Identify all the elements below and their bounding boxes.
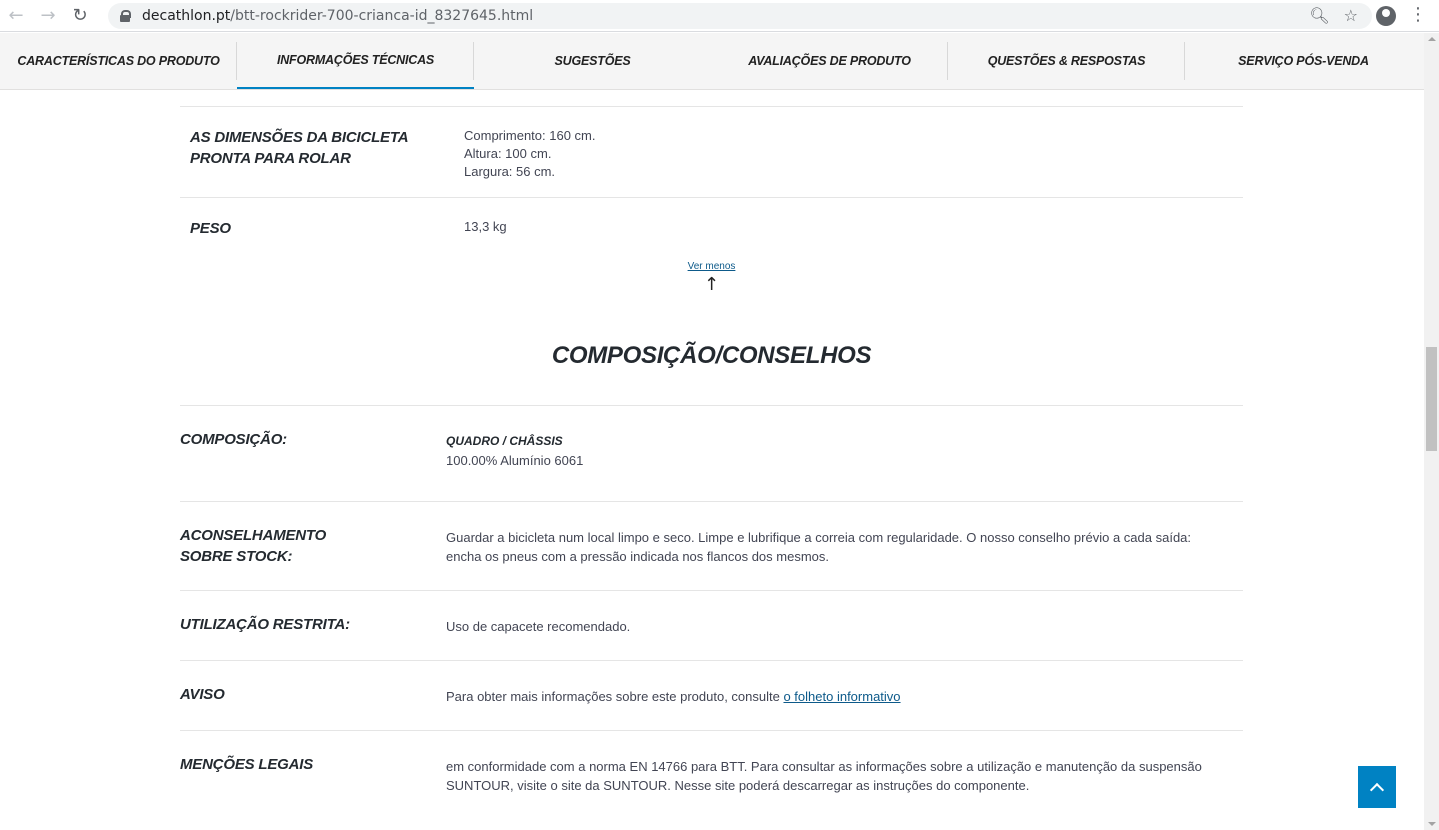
comp-text: 100.00% Alumínio 6061 xyxy=(446,453,584,468)
browser-toolbar: ← → ↻ decathlon.pt/btt-rockrider-700-cri… xyxy=(0,0,1439,32)
dimension-height: Altura: 100 cm. xyxy=(464,146,552,161)
product-tabs: CARACTERÍSTICAS DO PRODUTO INFORMAÇÕES T… xyxy=(0,33,1424,90)
tab-servico-pos-venda[interactable]: SERVIÇO PÓS-VENDA xyxy=(1185,33,1422,89)
tab-sugestoes[interactable]: SUGESTÕES xyxy=(474,33,711,89)
scroll-down-icon[interactable] xyxy=(1428,822,1436,826)
url-path: /btt-rockrider-700-crianca-id_8327645.ht… xyxy=(230,8,534,24)
comp-subheading: QUADRO / CHÂSSIS xyxy=(446,434,563,448)
scroll-up-icon[interactable] xyxy=(1428,37,1436,41)
reload-icon[interactable]: ↻ xyxy=(64,0,96,32)
dimension-width: Largura: 56 cm. xyxy=(464,164,556,179)
url-text: decathlon.pt/btt-rockrider-700-crianca-i… xyxy=(142,8,533,24)
comp-row-aviso: AVISO Para obter mais informações sobre … xyxy=(180,684,1243,706)
spec-label: PESO xyxy=(190,220,231,237)
back-icon[interactable]: ← xyxy=(0,0,32,32)
comp-row-mencoes: MENÇÕES LEGAIS em conformidade com a nor… xyxy=(180,754,1243,795)
zoom-icon[interactable]: 🔍︎ xyxy=(1309,6,1329,25)
comp-label: UTILIZAÇÃO RESTRITA: xyxy=(180,616,350,633)
spec-label: AS DIMENSÕES DA BICICLETA PRONTA PARA RO… xyxy=(190,129,408,167)
spec-row-dimensions: AS DIMENSÕES DA BICICLETA PRONTA PARA RO… xyxy=(180,107,1243,197)
divider xyxy=(180,730,1243,731)
comp-row-stock: ACONSELHAMENTO SOBRE STOCK: Guardar a bi… xyxy=(180,525,1243,567)
comp-text: em conformidade com a norma EN 14766 par… xyxy=(446,759,1202,793)
ver-menos-control: Ver menos ↑ xyxy=(180,256,1243,295)
divider xyxy=(180,501,1243,502)
folheto-informativo-link[interactable]: o folheto informativo xyxy=(783,689,900,704)
comp-value: Para obter mais informações sobre este p… xyxy=(446,684,1206,706)
tab-caracteristicas[interactable]: CARACTERÍSTICAS DO PRODUTO xyxy=(0,33,237,89)
ver-menos-link[interactable]: Ver menos xyxy=(688,261,736,272)
tab-informacoes-tecnicas[interactable]: INFORMAÇÕES TÉCNICAS xyxy=(237,33,474,89)
arrow-up-icon[interactable]: ↑ xyxy=(180,274,1243,295)
divider xyxy=(180,405,1243,406)
url-domain: decathlon.pt xyxy=(142,8,231,24)
tech-info-section: AS DIMENSÕES DA BICICLETA PRONTA PARA RO… xyxy=(180,90,1243,793)
page-content: CARACTERÍSTICAS DO PRODUTO INFORMAÇÕES T… xyxy=(0,33,1424,830)
dimension-length: Comprimento: 160 cm. xyxy=(464,128,596,143)
address-bar[interactable]: decathlon.pt/btt-rockrider-700-crianca-i… xyxy=(108,3,1372,29)
lock-icon xyxy=(120,10,131,22)
star-icon[interactable]: ☆ xyxy=(1344,6,1358,25)
chevron-up-icon xyxy=(1369,782,1385,797)
comp-row-composicao: COMPOSIÇÃO: QUADRO / CHÂSSIS 100.00% Alu… xyxy=(180,429,1243,470)
comp-label: MENÇÕES LEGAIS xyxy=(180,756,314,773)
tab-questoes[interactable]: QUESTÕES & RESPOSTAS xyxy=(948,33,1185,89)
section-title: COMPOSIÇÃO/CONSELHOS xyxy=(551,342,872,369)
forward-icon[interactable]: → xyxy=(32,0,64,32)
menu-kebab-icon[interactable]: ⋮ xyxy=(1409,4,1427,25)
comp-text: Guardar a bicicleta num local limpo e se… xyxy=(446,530,1192,564)
comp-value: QUADRO / CHÂSSIS 100.00% Alumínio 6061 xyxy=(446,429,1206,470)
spec-value: 13,3 kg xyxy=(464,219,507,234)
comp-text: Para obter mais informações sobre este p… xyxy=(446,689,784,704)
spec-value: Comprimento: 160 cm. Altura: 100 cm. Lar… xyxy=(464,127,596,197)
page-scrollbar[interactable] xyxy=(1424,33,1439,830)
divider xyxy=(180,590,1243,591)
comp-label: COMPOSIÇÃO: xyxy=(180,431,287,448)
comp-text: Uso de capacete recomendado. xyxy=(446,619,631,634)
back-to-top-button[interactable] xyxy=(1358,766,1396,808)
comp-label: ACONSELHAMENTO SOBRE STOCK: xyxy=(180,527,327,565)
spec-row-weight: PESO 13,3 kg xyxy=(180,198,1243,239)
profile-avatar-icon[interactable] xyxy=(1376,6,1396,26)
scroll-thumb[interactable] xyxy=(1426,347,1437,451)
tab-avaliacoes[interactable]: AVALIAÇÕES DE PRODUTO xyxy=(711,33,948,89)
comp-row-utilizacao: UTILIZAÇÃO RESTRITA: Uso de capacete rec… xyxy=(180,614,1243,636)
comp-label: AVISO xyxy=(180,686,225,703)
divider xyxy=(180,660,1243,661)
